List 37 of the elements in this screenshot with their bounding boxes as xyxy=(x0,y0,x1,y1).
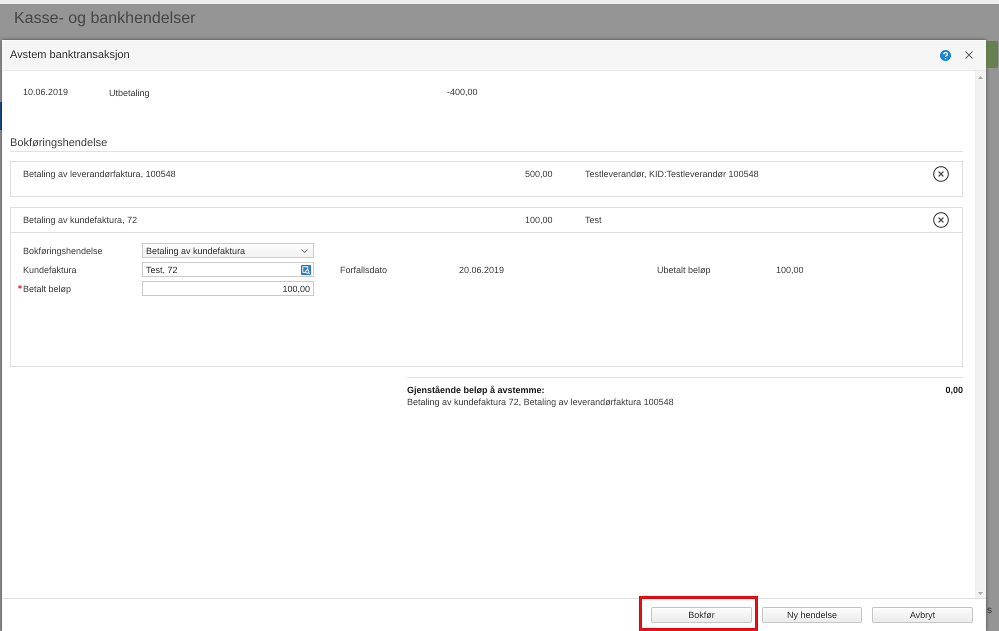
summary-label: Gjenstående beløp å avstemme: xyxy=(407,384,545,396)
section-title: Bokføringshendelse xyxy=(10,137,963,152)
event-amount: 100,00 xyxy=(525,215,554,225)
sidebar-marker xyxy=(0,102,2,130)
help-icon[interactable] xyxy=(940,50,951,60)
info-label: Forfallsdato xyxy=(340,264,388,274)
summary-amount: 0,00 xyxy=(945,384,963,396)
dialog-button[interactable]: Ny hendelse xyxy=(762,607,862,623)
info-value: 20.06.2019 xyxy=(459,264,506,274)
field-label: Bokføringshendelse xyxy=(23,246,103,256)
search-icon[interactable] xyxy=(301,264,311,274)
transaction-amount: -400,00 xyxy=(447,86,478,99)
cut-off-text: s xyxy=(987,605,992,617)
dialog-button[interactable]: Bokfør xyxy=(651,607,752,623)
chevron-down-icon xyxy=(301,248,308,252)
page-title: Kasse- og bankhendelser xyxy=(14,9,196,29)
dropdown-field[interactable]: Betaling av kundefaktura xyxy=(142,243,314,258)
event-party: Test xyxy=(585,215,603,225)
field-label: Kundefaktura xyxy=(23,264,77,274)
remove-circle-x-icon[interactable] xyxy=(933,166,949,182)
close-icon[interactable] xyxy=(965,51,973,59)
info-label: Ubetalt beløp xyxy=(657,264,712,274)
dialog-button[interactable]: Avbryt xyxy=(872,607,973,623)
event-amount: 500,00 xyxy=(525,169,554,179)
remove-circle-x-icon[interactable] xyxy=(933,212,949,228)
transaction-date: 10.06.2019 xyxy=(23,86,70,99)
dialog-title: Avstem banktransaksjon xyxy=(10,49,131,61)
amount-field[interactable]: 100,00 xyxy=(142,281,314,296)
summary-details: Betaling av kundefaktura 72, Betaling av leverandørfaktura 100548 xyxy=(407,396,675,408)
lookup-field[interactable]: Test, 72 xyxy=(142,262,314,277)
info-value: 100,00 xyxy=(776,264,804,274)
background-button-edge xyxy=(986,41,998,68)
field-label: Betalt beløp xyxy=(23,284,72,294)
transaction-type: Utbetaling xyxy=(109,87,151,99)
event-title: Betaling av kundefaktura, 72 xyxy=(23,215,138,225)
event-title: Betaling av leverandørfaktura, 100548 xyxy=(23,169,177,179)
event-party: Testleverandør, KID:Testleverandør 100548 xyxy=(585,169,760,179)
